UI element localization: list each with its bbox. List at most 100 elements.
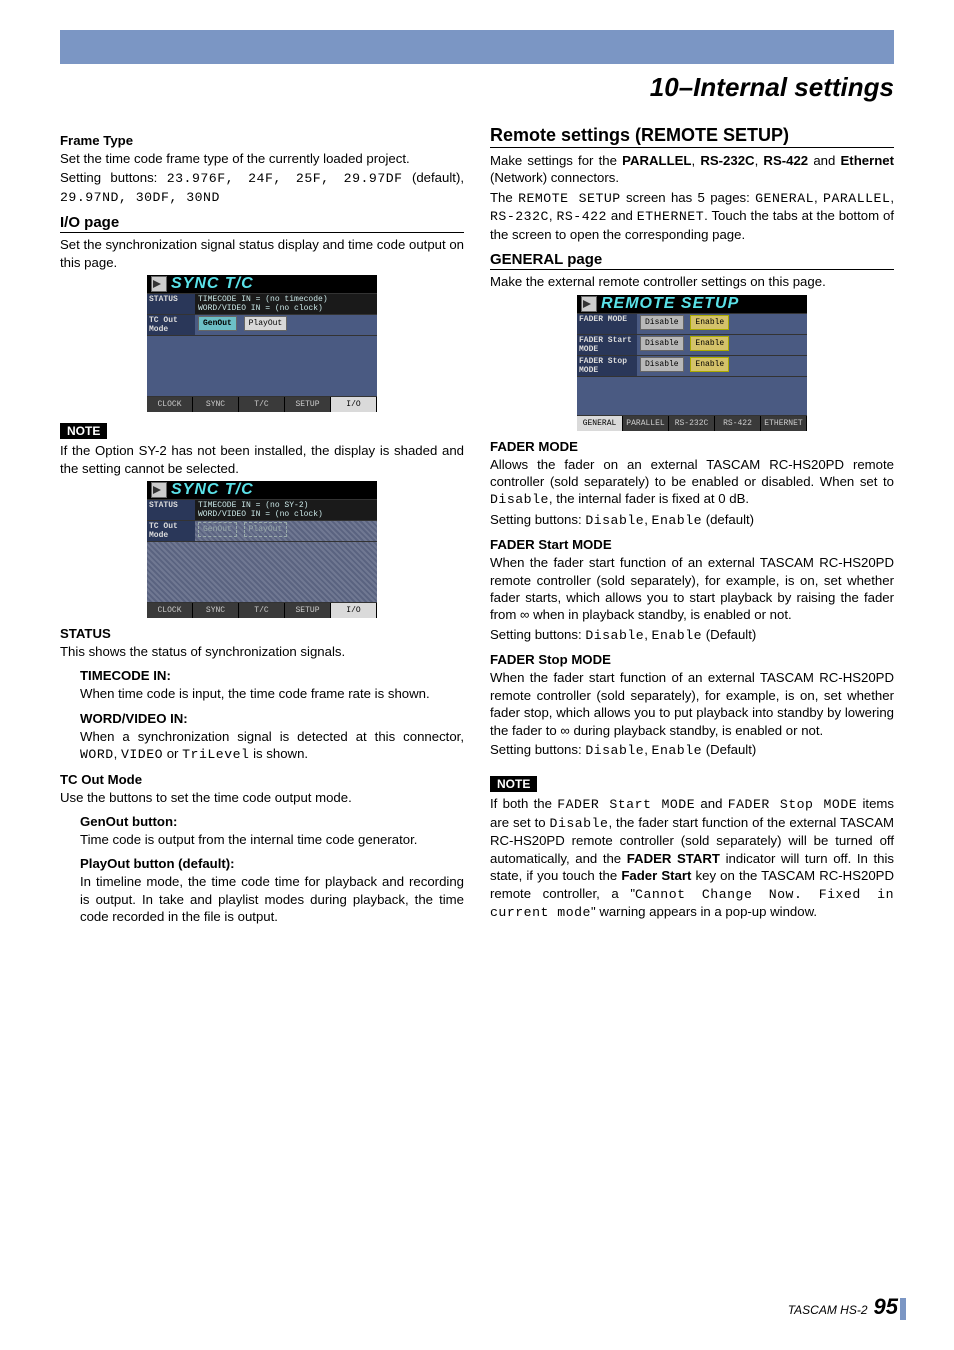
frame-type-heading: Frame Type (60, 133, 464, 148)
rp2c: screen has 5 pages: (621, 190, 755, 205)
genout-button-desc: Time code is output from the internal ti… (80, 831, 464, 848)
fader-stop-buttons: Setting buttons: Disable, Enable (Defaul… (490, 741, 894, 759)
fader-stop-mode-label: FADER Stop MODE (577, 356, 637, 376)
fader-mode-heading: FADER MODE (490, 439, 894, 454)
wvin-mono3: TriLevel (182, 747, 249, 762)
note-2-text: If both the FADER Start MODE and FADER S… (490, 795, 894, 921)
tab-tc[interactable]: T/C (239, 397, 285, 412)
genout-button[interactable]: GenOut (198, 316, 237, 331)
tc-out-mode-heading: TC Out Mode (60, 772, 464, 787)
tab-parallel[interactable]: PARALLEL (623, 416, 669, 431)
note-1-text: If the Option SY-2 has not been installe… (60, 442, 464, 477)
genout-button-heading: GenOut button: (80, 814, 464, 829)
status-label2: STATUS (147, 500, 195, 520)
playout-button[interactable]: PlayOut (244, 316, 288, 331)
rp2f: PARALLEL (823, 191, 890, 206)
ss-spacer2 (147, 541, 377, 602)
fader-start-mode-body: Disable Enable (637, 335, 807, 355)
tab-clock[interactable]: CLOCK (147, 397, 193, 412)
frame-type-buttons: Setting buttons: 23.976F, 24F, 25F, 29.9… (60, 169, 464, 206)
status-heading: STATUS (60, 626, 464, 641)
sync-tc-screenshot-2: SYNC T/C STATUS TIMECODE IN = (no SY-2) … (147, 481, 377, 618)
fader-mode-buttons: Setting buttons: Disable, Enable (defaul… (490, 511, 894, 529)
tab-rs422[interactable]: RS-422 (715, 416, 761, 431)
fader-mode-body: Disable Enable (637, 314, 807, 334)
ss-spacer (147, 335, 377, 396)
tab-rs232c[interactable]: RS-232C (669, 416, 715, 431)
wvin-sep1: , (114, 746, 121, 761)
fst-p2d: Enable (652, 743, 702, 758)
fs-p2e: (Default) (702, 627, 756, 642)
remote-p2: The REMOTE SETUP screen has 5 pages: GEN… (490, 189, 894, 243)
rp1f: RS-422 (763, 153, 808, 168)
n2a: If both the (490, 796, 557, 811)
n2f: Disable (550, 816, 609, 831)
tab-general[interactable]: GENERAL (577, 416, 623, 431)
frame-type-desc: Set the time code frame type of the curr… (60, 150, 464, 167)
left-column: Frame Type Set the time code frame type … (60, 125, 464, 928)
enable-button-2[interactable]: Enable (690, 336, 729, 351)
genout-button-disabled: GenOut (198, 522, 237, 537)
wvin-sep2: or (163, 746, 182, 761)
disable-button-2[interactable]: Disable (640, 336, 684, 351)
tab-sync[interactable]: SYNC (193, 397, 239, 412)
fs-p2d: Enable (652, 628, 702, 643)
n2m: " warning appears in a pop-up window. (591, 904, 817, 919)
wvin-mono2: VIDEO (121, 747, 163, 762)
rp2b: REMOTE SETUP (518, 191, 621, 206)
fs-p2c: , (644, 627, 651, 642)
general-page-desc: Make the external remote controller sett… (490, 273, 894, 290)
back-icon (581, 296, 597, 312)
playout-button-desc: In timeline mode, the time code time for… (80, 873, 464, 925)
fader-stop-mode-heading: FADER Stop MODE (490, 652, 894, 667)
tab-setup2[interactable]: SETUP (285, 603, 331, 618)
io-page-heading: I/O page (60, 214, 464, 233)
frame-type-btns-default: (default), (403, 170, 464, 185)
rp1i: (Network) connectors. (490, 170, 619, 185)
chapter-title: 10–Internal settings (60, 72, 894, 103)
tab-io[interactable]: I/O (331, 397, 377, 412)
fader-start-buttons: Setting buttons: Disable, Enable (Defaul… (490, 626, 894, 644)
fst-p2a: Setting buttons: (490, 742, 585, 757)
footer: TASCAM HS-2 95 (788, 1294, 898, 1320)
tab-io2[interactable]: I/O (331, 603, 377, 618)
tab-tc2[interactable]: T/C (239, 603, 285, 618)
n2j: Fader Start (621, 868, 691, 883)
fst-p2e: (Default) (702, 742, 756, 757)
disable-button-1[interactable]: Disable (640, 315, 684, 330)
enable-button-1[interactable]: Enable (690, 315, 729, 330)
fader-start-mode-heading: FADER Start MODE (490, 537, 894, 552)
tab-sync2[interactable]: SYNC (193, 603, 239, 618)
fader-start-desc: When the fader start function of an exte… (490, 554, 894, 624)
enable-button-3[interactable]: Enable (690, 357, 729, 372)
tab-ethernet[interactable]: ETHERNET (761, 416, 807, 431)
tab-setup[interactable]: SETUP (285, 397, 331, 412)
rp2g: , (890, 190, 894, 205)
wvin-tail: is shown. (249, 746, 308, 761)
playout-button-heading: PlayOut button (default): (80, 856, 464, 871)
page-number: 95 (874, 1294, 898, 1320)
fm-p1a: Allows the fader on an external TASCAM R… (490, 457, 894, 489)
status-body2: TIMECODE IN = (no SY-2) WORD/VIDEO IN = … (195, 500, 377, 520)
rp1d: RS-232C (700, 153, 754, 168)
header-bar (60, 30, 894, 64)
rp1b: PARALLEL (622, 153, 691, 168)
fm-p1b: Disable (490, 492, 549, 507)
fm-p1c: , the internal fader is fixed at 0 dB. (549, 491, 749, 506)
disable-button-3[interactable]: Disable (640, 357, 684, 372)
tc-out-body2: GenOut PlayOut (195, 521, 377, 541)
footer-accent-bar (900, 1298, 906, 1320)
tc-out-mode-desc: Use the buttons to set the time code out… (60, 789, 464, 806)
fm-p2e: (default) (702, 512, 754, 527)
sync-tc-title2: SYNC T/C (171, 481, 254, 499)
wvin-text1: When a synchronization signal is detecte… (80, 729, 464, 744)
right-column: Remote settings (REMOTE SETUP) Make sett… (490, 125, 894, 928)
frame-type-btns-mono1: 23.976F, 24F, 25F, 29.97DF (167, 171, 403, 186)
ss3-spacer (577, 376, 807, 415)
word-video-in-heading: WORD/VIDEO IN: (80, 711, 464, 726)
n2h: FADER START (627, 851, 720, 866)
fs-p2a: Setting buttons: (490, 627, 585, 642)
remote-setup-title: REMOTE SETUP (601, 295, 739, 313)
rp2k: and (607, 208, 637, 223)
tab-clock2[interactable]: CLOCK (147, 603, 193, 618)
